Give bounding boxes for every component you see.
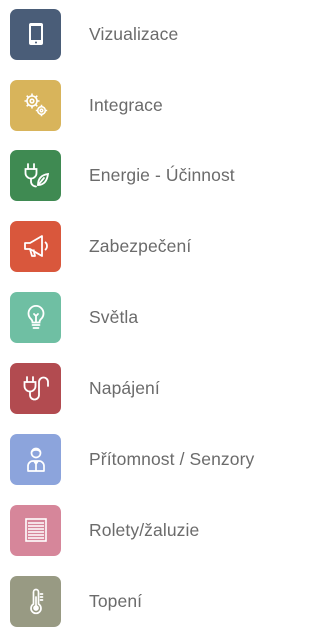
menu-item-vizualizace[interactable]: Vizualizace xyxy=(0,4,296,64)
menu-item-energie-ucinnost[interactable]: Energie - Účinnost xyxy=(0,145,296,205)
thermometer-icon xyxy=(10,575,61,627)
menu-item-svetla[interactable]: Světla xyxy=(0,287,296,347)
person-icon xyxy=(10,433,61,485)
power-cable-icon xyxy=(10,362,61,414)
lightbulb-icon xyxy=(10,291,61,343)
tablet-icon xyxy=(10,8,61,60)
blinds-icon xyxy=(10,504,61,556)
menu-item-label: Zabezpečení xyxy=(89,235,192,256)
menu-item-napajeni[interactable]: Napájení xyxy=(0,358,296,418)
menu-item-label: Topení xyxy=(89,590,143,611)
menu-item-pritomnost-senzory[interactable]: Přítomnost / Senzory xyxy=(0,429,296,489)
menu-item-label: Světla xyxy=(89,306,139,327)
menu-item-topeni[interactable]: Topení xyxy=(0,571,296,631)
menu-item-label: Přítomnost / Senzory xyxy=(89,448,255,469)
menu-item-integrace[interactable]: Integrace xyxy=(0,75,296,135)
gears-icon xyxy=(10,79,61,131)
menu-item-label: Energie - Účinnost xyxy=(89,164,235,185)
menu-item-label: Rolety/žaluzie xyxy=(89,519,200,540)
category-menu: Vizualizace Integrace Energie - Účinnost… xyxy=(0,0,296,629)
megaphone-icon xyxy=(10,220,61,272)
menu-item-rolety-zaluzie[interactable]: Rolety/žaluzie xyxy=(0,500,296,560)
plug-leaf-icon xyxy=(10,149,61,201)
menu-item-label: Napájení xyxy=(89,377,160,398)
menu-item-label: Integrace xyxy=(89,94,163,115)
menu-item-zabezpeceni[interactable]: Zabezpečení xyxy=(0,216,296,276)
menu-item-label: Vizualizace xyxy=(89,23,179,44)
